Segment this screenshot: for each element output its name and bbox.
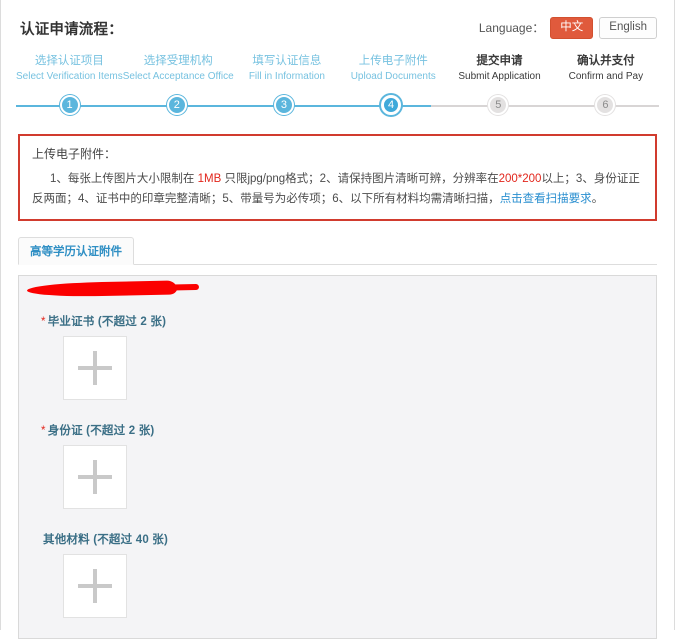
- language-switcher: Language： 中文 English: [479, 17, 657, 39]
- plus-icon: [78, 460, 112, 494]
- step-2-label-en: Select Acceptance Office: [122, 71, 234, 82]
- upload-group-diploma-text: 毕业证书 (不超过 2 张): [47, 316, 167, 328]
- notice-body: 1、每张上传图片大小限制在 1MB 只限jpg/png格式；2、请保持图片清晰可…: [32, 169, 643, 209]
- redaction-mark: [26, 280, 178, 298]
- step-3-label-en: Fill in Information: [248, 71, 325, 82]
- upload-group-diploma: * 毕业证书 (不超过 2 张): [19, 313, 656, 400]
- step-6-label: 确认并支付 Confirm and Pay: [553, 53, 659, 84]
- upload-group-diploma-label: * 毕业证书 (不超过 2 张): [41, 313, 656, 329]
- notice-segment-3: 只限jpg/png格式；2、请保持图片清晰可辨，分辨率在: [221, 173, 499, 185]
- step-2-label-cn: 选择受理机构: [143, 55, 213, 67]
- upload-group-idcard-text: 身份证 (不超过 2 张): [47, 425, 155, 437]
- plus-icon: [78, 569, 112, 603]
- step-3-label-cn: 填写认证信息: [252, 55, 322, 67]
- attachment-tabs: 高等学历认证附件: [18, 237, 657, 265]
- upload-group-other-label: 其他材料 (不超过 40 张): [41, 531, 656, 547]
- step-1-label[interactable]: 选择认证项目 Select Verification Items: [16, 53, 123, 84]
- upload-box-idcard[interactable]: [63, 445, 127, 509]
- step-3-node[interactable]: 3: [273, 95, 294, 115]
- step-2-node[interactable]: 2: [166, 95, 187, 115]
- notice-title: 上传电子附件：: [32, 147, 117, 161]
- step-1-label-cn: 选择认证项目: [34, 55, 104, 67]
- upload-box-other[interactable]: [63, 554, 127, 618]
- step-2-node-cell: 2: [123, 90, 230, 120]
- upload-group-idcard: * 身份证 (不超过 2 张): [19, 422, 656, 509]
- step-5-label-en: Submit Application: [458, 71, 541, 82]
- page-root: 认证申请流程： Language： 中文 English 选择认证项目 Sele…: [0, 0, 675, 639]
- step-5-node-cell: 5: [445, 90, 552, 120]
- stepper-labels: 选择认证项目 Select Verification Items 选择受理机构 …: [16, 53, 659, 84]
- upload-notice-box: 上传电子附件： 1、每张上传图片大小限制在 1MB 只限jpg/png格式；2、…: [18, 134, 657, 221]
- upload-panel: * 毕业证书 (不超过 2 张) * 身份证 (不超过 2 张) 其他材料 (不超过…: [18, 275, 657, 639]
- step-1-node[interactable]: 1: [59, 95, 80, 115]
- step-1-node-cell: 1: [16, 90, 123, 120]
- step-4-node-cell: 4: [338, 90, 445, 120]
- step-5-label: 提交申请 Submit Application: [446, 53, 552, 84]
- upload-group-other: 其他材料 (不超过 40 张): [19, 531, 656, 618]
- step-4-label[interactable]: 上传电子附件 Upload Documents: [340, 53, 446, 84]
- language-button-chinese[interactable]: 中文: [550, 17, 594, 39]
- step-4-label-en: Upload Documents: [350, 71, 436, 82]
- plus-icon: [78, 351, 112, 385]
- step-6-label-en: Confirm and Pay: [568, 71, 644, 82]
- page-header: 认证申请流程： Language： 中文 English: [14, 0, 661, 43]
- upload-group-other-text: 其他材料 (不超过 40 张): [43, 534, 169, 546]
- step-6-label-cn: 确认并支付: [577, 55, 635, 67]
- step-4-label-cn: 上传电子附件: [358, 55, 428, 67]
- page-title: 认证申请流程：: [20, 21, 123, 38]
- step-2-label[interactable]: 选择受理机构 Select Acceptance Office: [123, 53, 234, 84]
- language-button-english[interactable]: English: [599, 17, 657, 39]
- notice-segment-1: 1、每张上传图片大小限制在: [50, 173, 198, 185]
- step-6-node: 6: [595, 95, 616, 115]
- notice-resolution-limit: 200*200: [498, 173, 542, 185]
- notice-size-limit: 1MB: [197, 173, 222, 185]
- step-3-label[interactable]: 填写认证信息 Fill in Information: [234, 53, 340, 84]
- step-1-label-en: Select Verification Items: [16, 71, 123, 82]
- scan-requirements-link[interactable]: 点击查看扫描要求: [500, 193, 592, 205]
- required-star-idcard: *: [41, 425, 46, 437]
- progress-stepper: 选择认证项目 Select Verification Items 选择受理机构 …: [14, 53, 661, 120]
- stepper-nodes: 1 2 3 4 5 6: [16, 90, 659, 120]
- step-5-node: 5: [488, 95, 509, 115]
- upload-group-idcard-label: * 身份证 (不超过 2 张): [41, 422, 656, 438]
- step-5-label-cn: 提交申请: [476, 55, 523, 67]
- step-4-node[interactable]: 4: [381, 95, 402, 115]
- tab-higher-education-attachments[interactable]: 高等学历认证附件: [18, 237, 134, 265]
- stepper-track: 1 2 3 4 5 6: [16, 90, 659, 120]
- step-3-node-cell: 3: [230, 90, 337, 120]
- language-label: Language：: [478, 21, 545, 36]
- required-star-diploma: *: [41, 316, 46, 328]
- step-6-node-cell: 6: [552, 90, 659, 120]
- upload-box-diploma[interactable]: [63, 336, 127, 400]
- notice-segment-7: 。: [591, 193, 604, 205]
